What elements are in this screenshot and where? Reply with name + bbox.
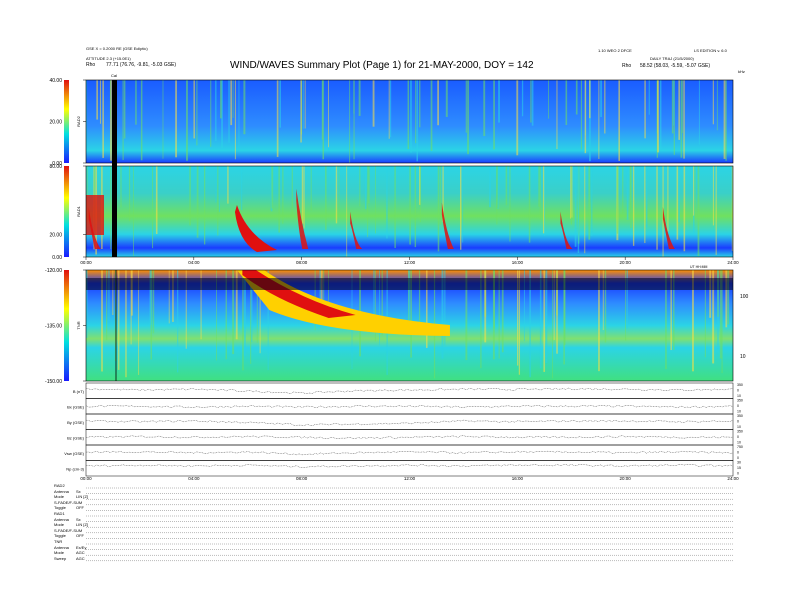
rad1-xtick: 20:00 bbox=[620, 260, 632, 265]
series-line bbox=[85, 464, 734, 468]
tnr-ytick: -135.00 bbox=[45, 324, 62, 330]
rad2-ytick: 20.00 bbox=[49, 120, 62, 126]
line-panel-right-tick: 0 bbox=[737, 389, 739, 393]
line-panel-right-tick: 750 bbox=[737, 445, 743, 449]
line-xtick: 08:00 bbox=[296, 476, 308, 481]
rad1-row-key: Mode bbox=[54, 522, 65, 528]
rad2-row-key: Toggle bbox=[54, 505, 66, 511]
rad2-row-value: Sx bbox=[76, 488, 81, 494]
rad2-row-key: S-FADE/F-SUM bbox=[54, 499, 83, 505]
rad1-row-key: S-FADE/F-SUM bbox=[54, 527, 83, 533]
tnr-row-key: Sweep bbox=[54, 555, 67, 561]
rad1-xtick: 00:00 bbox=[80, 260, 92, 265]
line-xtick: 00:00 bbox=[80, 476, 92, 481]
line-xtick: 12:00 bbox=[404, 476, 416, 481]
line-panel-label: B (nT) bbox=[73, 389, 85, 394]
line-panel-right-tick: 350 bbox=[737, 414, 743, 418]
cal-bar bbox=[112, 80, 117, 257]
line-panel-right-tick: 15 bbox=[737, 466, 741, 470]
tnr-heading-key: TNR bbox=[54, 539, 63, 544]
series-line bbox=[85, 405, 734, 409]
line-xtick: 16:00 bbox=[512, 476, 524, 481]
series-line bbox=[85, 450, 734, 456]
rad1-xtick: 24:00 bbox=[727, 260, 739, 265]
rad2-row-value: OFF bbox=[76, 505, 84, 511]
tnr-ytick: -120.00 bbox=[45, 268, 62, 274]
tnr-dark-band bbox=[86, 278, 733, 290]
rad1-row-value: OFF bbox=[76, 533, 84, 539]
rad1-xtick: 12:00 bbox=[404, 260, 416, 265]
line-panel-label: Vsw (GSE) bbox=[64, 451, 84, 456]
rad1-colorbar bbox=[64, 166, 69, 257]
rad1-row-key: Toggle bbox=[54, 533, 66, 539]
line-panel-label: Bx (GSE) bbox=[67, 404, 85, 409]
line-panel-frame bbox=[85, 429, 734, 446]
line-panel-frame bbox=[85, 382, 734, 399]
line-panel-right-tick: 10 bbox=[737, 425, 741, 429]
series-line bbox=[85, 419, 734, 426]
line-panel-right-tick: 10 bbox=[737, 441, 741, 445]
tnr-row-key: Antenna bbox=[54, 544, 69, 550]
line-xtick: 20:00 bbox=[620, 476, 632, 481]
series-line bbox=[85, 387, 734, 394]
rad2-colorbar bbox=[64, 80, 69, 163]
rad1-ytick: 0.00 bbox=[52, 255, 62, 261]
line-panel-frame bbox=[85, 413, 734, 430]
summary-plot: 0.0020.0040.00RAD20.0020.0080.00RAD1-150… bbox=[45, 78, 749, 561]
line-panel-right-tick: 0 bbox=[737, 472, 739, 476]
line-panel-label: Bz (GSE) bbox=[67, 435, 85, 440]
tnr-right-tick: 10 bbox=[740, 354, 746, 360]
line-panel-right-tick: 0 bbox=[737, 451, 739, 455]
rad1-xtick: 04:00 bbox=[188, 260, 200, 265]
x-unit-label: UT HH:MM bbox=[690, 265, 708, 269]
rad2-ytick: 40.00 bbox=[49, 78, 62, 84]
tnr-row-value: AGC bbox=[76, 555, 85, 561]
rad1-early-burst bbox=[86, 195, 104, 235]
rad1-row-value: Sx bbox=[76, 516, 81, 522]
line-panel-right-tick: 350 bbox=[737, 383, 743, 387]
tnr-ytick: -150.00 bbox=[45, 379, 62, 385]
line-panel-right-tick: 350 bbox=[737, 399, 743, 403]
rad1-row-key: Antenna bbox=[54, 516, 69, 522]
rad2-ylabel: RAD2 bbox=[76, 115, 81, 126]
rad1-row-value: LIN [Z] bbox=[76, 522, 89, 528]
line-panel-right-tick: 0 bbox=[737, 456, 739, 460]
line-panel-frame bbox=[85, 460, 734, 477]
line-panel-right-tick: 350 bbox=[737, 430, 743, 434]
line-xtick: 24:00 bbox=[727, 476, 739, 481]
tnr-right-tick: 100 bbox=[740, 294, 749, 300]
tnr-ylabel: TNR bbox=[76, 321, 81, 329]
rad2-row-key: Mode bbox=[54, 494, 65, 500]
line-panel-label: By (GSE) bbox=[67, 420, 85, 425]
line-panel-right-tick: 10 bbox=[737, 394, 741, 398]
line-panel-label: Np (cm-3) bbox=[66, 466, 84, 471]
series-line bbox=[85, 435, 733, 439]
rad2-heading-key: RAD2 bbox=[54, 483, 65, 488]
line-panel-frame bbox=[85, 398, 734, 415]
line-panel-right-tick: 0 bbox=[737, 420, 739, 424]
tnr-row-value: AGC bbox=[76, 550, 85, 556]
rad1-ylabel: RAD1 bbox=[76, 205, 81, 216]
rad1-ytick: 80.00 bbox=[49, 164, 62, 170]
line-xtick: 04:00 bbox=[188, 476, 200, 481]
rad2-spectrogram bbox=[86, 80, 733, 163]
tnr-row-value: Ex/Ey bbox=[76, 544, 87, 550]
line-panel-right-tick: 10 bbox=[737, 410, 741, 414]
tnr-row-key: Mode bbox=[54, 550, 65, 556]
rad1-ytick: 20.00 bbox=[49, 232, 62, 238]
rad2-row-value: LIN [Z] bbox=[76, 494, 89, 500]
rad1-xtick: 16:00 bbox=[512, 260, 524, 265]
line-panel-right-tick: 0 bbox=[737, 404, 739, 408]
line-panel-right-tick: 0 bbox=[737, 435, 739, 439]
rad2-row-key: Antenna bbox=[54, 488, 69, 494]
rad1-xtick: 08:00 bbox=[296, 260, 308, 265]
rad1-heading-key: RAD1 bbox=[54, 511, 65, 516]
tnr-colorbar bbox=[64, 270, 69, 381]
line-panel-right-tick: 30 bbox=[737, 461, 741, 465]
